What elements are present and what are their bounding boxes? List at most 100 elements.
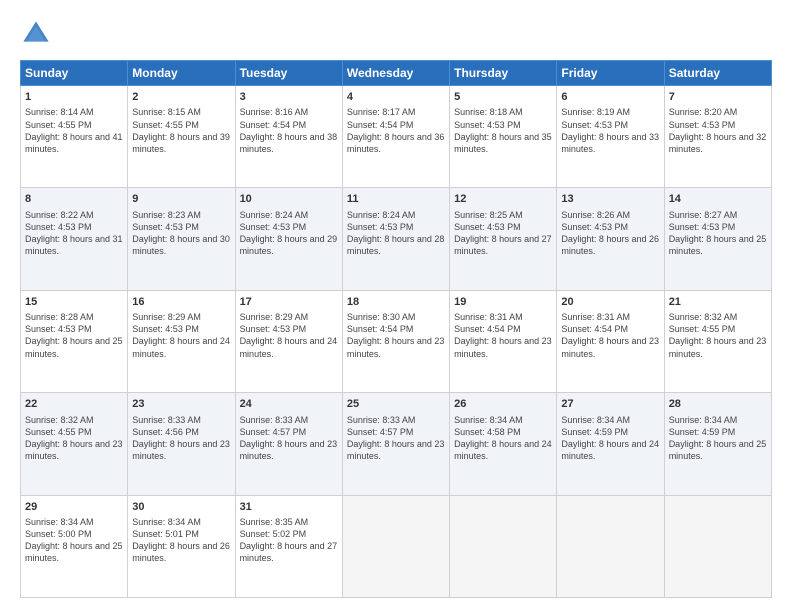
day-number: 24 bbox=[240, 397, 338, 412]
day-number: 28 bbox=[669, 397, 767, 412]
day-info: Sunrise: 8:24 AM Sunset: 4:53 PM Dayligh… bbox=[240, 209, 338, 258]
calendar-week-row: 15Sunrise: 8:28 AM Sunset: 4:53 PM Dayli… bbox=[21, 290, 772, 392]
day-number: 4 bbox=[347, 90, 445, 105]
day-info: Sunrise: 8:32 AM Sunset: 4:55 PM Dayligh… bbox=[25, 414, 123, 463]
weekday-header: Friday bbox=[557, 61, 664, 86]
calendar-day-cell: 12 Sunrise: 8:25 AM Sunset: 4:53 PM Dayli… bbox=[450, 188, 557, 290]
day-number: 8 bbox=[25, 192, 123, 207]
day-number: 5 bbox=[454, 90, 552, 105]
day-number: 23 bbox=[132, 397, 230, 412]
day-number: 11 bbox=[347, 192, 445, 207]
day-info: Sunrise: 8:16 AM Sunset: 4:54 PM Dayligh… bbox=[240, 106, 338, 155]
calendar-day-cell: 8Sunrise: 8:22 AM Sunset: 4:53 PM Daylig… bbox=[21, 188, 128, 290]
calendar-day-cell: 16Sunrise: 8:29 AM Sunset: 4:53 PM Dayli… bbox=[128, 290, 235, 392]
calendar-day-cell: 27 Sunrise: 8:34 AM Sunset: 4:59 PM Dayli… bbox=[557, 393, 664, 495]
day-number: 2 bbox=[132, 90, 230, 105]
day-info: Sunrise: 8:19 AM Sunset: 4:53 PM Dayligh… bbox=[561, 106, 659, 155]
calendar-week-row: 8Sunrise: 8:22 AM Sunset: 4:53 PM Daylig… bbox=[21, 188, 772, 290]
calendar-header-row: SundayMondayTuesdayWednesdayThursdayFrid… bbox=[21, 61, 772, 86]
calendar-day-cell: 6Sunrise: 8:19 AM Sunset: 4:53 PM Daylig… bbox=[557, 86, 664, 188]
weekday-header: Tuesday bbox=[235, 61, 342, 86]
day-info: Sunrise: 8:33 AM Sunset: 4:57 PM Dayligh… bbox=[347, 414, 445, 463]
calendar-day-cell: 14Sunrise: 8:27 AM Sunset: 4:53 PM Dayli… bbox=[664, 188, 771, 290]
calendar-day-cell: 29Sunrise: 8:34 AM Sunset: 5:00 PM Dayli… bbox=[21, 495, 128, 597]
day-number: 20 bbox=[561, 295, 659, 310]
day-number: 7 bbox=[669, 90, 767, 105]
weekday-header: Thursday bbox=[450, 61, 557, 86]
calendar-day-cell: 24 Sunrise: 8:33 AM Sunset: 4:57 PM Dayli… bbox=[235, 393, 342, 495]
day-info: Sunrise: 8:34 AM Sunset: 5:01 PM Dayligh… bbox=[132, 516, 230, 565]
calendar-day-cell: 9 Sunrise: 8:23 AM Sunset: 4:53 PM Daylig… bbox=[128, 188, 235, 290]
calendar-day-cell: 17Sunrise: 8:29 AM Sunset: 4:53 PM Dayli… bbox=[235, 290, 342, 392]
day-info: Sunrise: 8:26 AM Sunset: 4:53 PM Dayligh… bbox=[561, 209, 659, 258]
calendar-day-cell: 20Sunrise: 8:31 AM Sunset: 4:54 PM Dayli… bbox=[557, 290, 664, 392]
day-number: 31 bbox=[240, 500, 338, 515]
day-info: Sunrise: 8:31 AM Sunset: 4:54 PM Dayligh… bbox=[561, 311, 659, 360]
day-info: Sunrise: 8:25 AM Sunset: 4:53 PM Dayligh… bbox=[454, 209, 552, 258]
calendar-day-cell bbox=[450, 495, 557, 597]
day-info: Sunrise: 8:20 AM Sunset: 4:53 PM Dayligh… bbox=[669, 106, 767, 155]
day-info: Sunrise: 8:31 AM Sunset: 4:54 PM Dayligh… bbox=[454, 311, 552, 360]
calendar-day-cell: 10 Sunrise: 8:24 AM Sunset: 4:53 PM Dayli… bbox=[235, 188, 342, 290]
day-info: Sunrise: 8:34 AM Sunset: 4:58 PM Dayligh… bbox=[454, 414, 552, 463]
calendar-day-cell: 15Sunrise: 8:28 AM Sunset: 4:53 PM Dayli… bbox=[21, 290, 128, 392]
day-info: Sunrise: 8:29 AM Sunset: 4:53 PM Dayligh… bbox=[240, 311, 338, 360]
calendar-day-cell: 19Sunrise: 8:31 AM Sunset: 4:54 PM Dayli… bbox=[450, 290, 557, 392]
weekday-header: Wednesday bbox=[342, 61, 449, 86]
day-number: 1 bbox=[25, 90, 123, 105]
calendar-day-cell: 11 Sunrise: 8:24 AM Sunset: 4:53 PM Dayli… bbox=[342, 188, 449, 290]
day-number: 21 bbox=[669, 295, 767, 310]
calendar-day-cell: 1Sunrise: 8:14 AM Sunset: 4:55 PM Daylig… bbox=[21, 86, 128, 188]
calendar-day-cell: 31Sunrise: 8:35 AM Sunset: 5:02 PM Dayli… bbox=[235, 495, 342, 597]
day-number: 9 bbox=[132, 192, 230, 207]
day-number: 27 bbox=[561, 397, 659, 412]
day-info: Sunrise: 8:29 AM Sunset: 4:53 PM Dayligh… bbox=[132, 311, 230, 360]
calendar-day-cell: 4Sunrise: 8:17 AM Sunset: 4:54 PM Daylig… bbox=[342, 86, 449, 188]
calendar-week-row: 22Sunrise: 8:32 AM Sunset: 4:55 PM Dayli… bbox=[21, 393, 772, 495]
header bbox=[20, 18, 772, 50]
day-info: Sunrise: 8:18 AM Sunset: 4:53 PM Dayligh… bbox=[454, 106, 552, 155]
calendar-day-cell: 23 Sunrise: 8:33 AM Sunset: 4:56 PM Dayli… bbox=[128, 393, 235, 495]
day-info: Sunrise: 8:33 AM Sunset: 4:56 PM Dayligh… bbox=[132, 414, 230, 463]
day-number: 30 bbox=[132, 500, 230, 515]
calendar-week-row: 29Sunrise: 8:34 AM Sunset: 5:00 PM Dayli… bbox=[21, 495, 772, 597]
day-number: 12 bbox=[454, 192, 552, 207]
day-info: Sunrise: 8:35 AM Sunset: 5:02 PM Dayligh… bbox=[240, 516, 338, 565]
day-info: Sunrise: 8:17 AM Sunset: 4:54 PM Dayligh… bbox=[347, 106, 445, 155]
day-number: 29 bbox=[25, 500, 123, 515]
calendar-day-cell: 2Sunrise: 8:15 AM Sunset: 4:55 PM Daylig… bbox=[128, 86, 235, 188]
day-number: 18 bbox=[347, 295, 445, 310]
calendar-day-cell: 13 Sunrise: 8:26 AM Sunset: 4:53 PM Dayli… bbox=[557, 188, 664, 290]
calendar-day-cell: 21Sunrise: 8:32 AM Sunset: 4:55 PM Dayli… bbox=[664, 290, 771, 392]
day-number: 3 bbox=[240, 90, 338, 105]
logo bbox=[20, 18, 56, 50]
calendar-day-cell: 30Sunrise: 8:34 AM Sunset: 5:01 PM Dayli… bbox=[128, 495, 235, 597]
calendar-day-cell bbox=[664, 495, 771, 597]
day-number: 26 bbox=[454, 397, 552, 412]
weekday-header: Sunday bbox=[21, 61, 128, 86]
calendar-day-cell: 18Sunrise: 8:30 AM Sunset: 4:54 PM Dayli… bbox=[342, 290, 449, 392]
day-number: 17 bbox=[240, 295, 338, 310]
day-info: Sunrise: 8:24 AM Sunset: 4:53 PM Dayligh… bbox=[347, 209, 445, 258]
calendar-day-cell: 26 Sunrise: 8:34 AM Sunset: 4:58 PM Dayli… bbox=[450, 393, 557, 495]
day-info: Sunrise: 8:34 AM Sunset: 4:59 PM Dayligh… bbox=[669, 414, 767, 463]
calendar-table: SundayMondayTuesdayWednesdayThursdayFrid… bbox=[20, 60, 772, 598]
day-number: 6 bbox=[561, 90, 659, 105]
calendar-day-cell: 22Sunrise: 8:32 AM Sunset: 4:55 PM Dayli… bbox=[21, 393, 128, 495]
day-info: Sunrise: 8:33 AM Sunset: 4:57 PM Dayligh… bbox=[240, 414, 338, 463]
weekday-header: Saturday bbox=[664, 61, 771, 86]
logo-icon bbox=[20, 18, 52, 50]
day-info: Sunrise: 8:23 AM Sunset: 4:53 PM Dayligh… bbox=[132, 209, 230, 258]
day-number: 10 bbox=[240, 192, 338, 207]
calendar-day-cell: 5Sunrise: 8:18 AM Sunset: 4:53 PM Daylig… bbox=[450, 86, 557, 188]
calendar-day-cell bbox=[557, 495, 664, 597]
calendar-day-cell: 25Sunrise: 8:33 AM Sunset: 4:57 PM Dayli… bbox=[342, 393, 449, 495]
weekday-header: Monday bbox=[128, 61, 235, 86]
day-info: Sunrise: 8:14 AM Sunset: 4:55 PM Dayligh… bbox=[25, 106, 123, 155]
day-info: Sunrise: 8:30 AM Sunset: 4:54 PM Dayligh… bbox=[347, 311, 445, 360]
calendar-day-cell: 28 Sunrise: 8:34 AM Sunset: 4:59 PM Dayli… bbox=[664, 393, 771, 495]
day-number: 16 bbox=[132, 295, 230, 310]
day-info: Sunrise: 8:34 AM Sunset: 4:59 PM Dayligh… bbox=[561, 414, 659, 463]
day-info: Sunrise: 8:32 AM Sunset: 4:55 PM Dayligh… bbox=[669, 311, 767, 360]
day-number: 13 bbox=[561, 192, 659, 207]
